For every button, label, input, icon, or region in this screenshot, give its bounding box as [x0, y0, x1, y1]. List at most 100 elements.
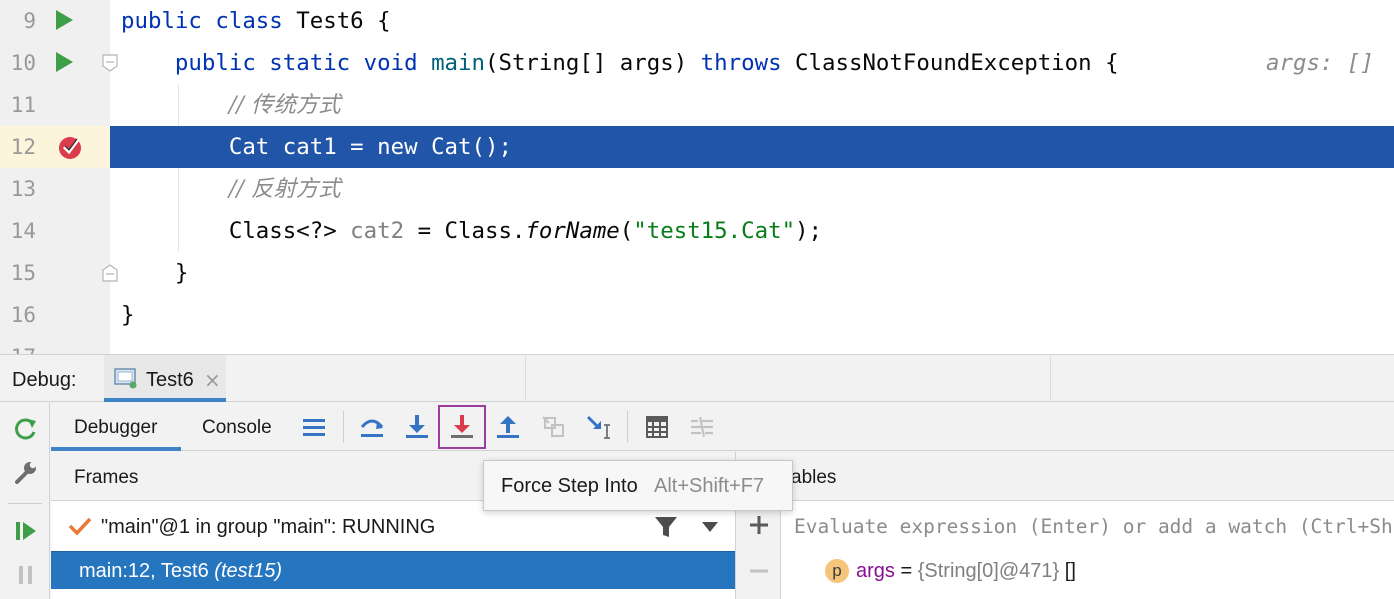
code-token: } [121, 302, 135, 328]
evaluate-expression-input[interactable] [782, 501, 1394, 551]
breakpoint-icon[interactable] [58, 135, 82, 159]
tooltip: Force Step Into Alt+Shift+F7 [483, 460, 793, 511]
trace-icon[interactable] [685, 410, 719, 444]
code-token: = Class. [404, 218, 526, 244]
close-icon[interactable]: × [204, 355, 221, 405]
check-icon [68, 517, 92, 536]
code-token: throws [700, 50, 796, 76]
run-gutter-icon[interactable] [56, 52, 73, 72]
chevron-down-icon[interactable] [701, 521, 719, 533]
force-step-into-highlight [438, 405, 486, 449]
line-number: 14 [10, 219, 36, 243]
debugger-toolbar: Debugger Console [51, 403, 1394, 451]
line-number: 9 [23, 9, 36, 33]
code-text: // 传统方式 [121, 84, 341, 126]
code-line: 17 [0, 336, 1394, 354]
code-line: 13 // 反射方式 [0, 168, 1394, 210]
evaluate-expression-icon[interactable] [640, 410, 674, 444]
code-token: new [377, 134, 432, 160]
code-line: 16} [0, 294, 1394, 336]
header-divider [525, 355, 526, 402]
variable-extra: [] [1059, 560, 1076, 582]
code-token: forName [525, 218, 620, 244]
step-out-icon[interactable] [491, 410, 525, 444]
code-text: Class<?> cat2 = Class.forName("test15.Ca… [121, 210, 822, 252]
tab-console[interactable]: Console [202, 403, 272, 451]
code-token: Test6 { [296, 8, 391, 34]
variable-name: args [856, 560, 895, 582]
remove-watch-icon[interactable] [747, 559, 771, 583]
tab-debugger[interactable]: Debugger [51, 403, 181, 451]
code-line: 9 public class Test6 { [0, 0, 1394, 42]
code-token: cat2 [350, 218, 405, 244]
run-gutter-icon[interactable] [56, 10, 73, 30]
toolbar-separator [627, 411, 628, 443]
code-editor[interactable]: 9 public class Test6 {10 public static vo… [0, 0, 1394, 354]
code-line: 12 Cat cat1 = new Cat(); [0, 126, 1394, 168]
run-to-cursor-icon[interactable] [582, 410, 616, 444]
code-token: Class<?> [228, 218, 351, 244]
wrench-icon[interactable] [12, 459, 40, 487]
fold-marker-icon[interactable] [102, 54, 118, 72]
code-line: 15 } [0, 252, 1394, 294]
code-token: main [431, 50, 485, 76]
resume-icon[interactable] [12, 517, 40, 545]
tab-debugger-label: Debugger [74, 417, 158, 438]
step-over-icon[interactable] [355, 410, 389, 444]
toolbar-separator [343, 411, 344, 443]
debug-left-toolbar [0, 403, 50, 599]
layout-menu-icon[interactable] [297, 410, 331, 444]
code-token: Cat(); [431, 134, 512, 160]
debug-header: Debug: Test6 × [0, 355, 1394, 402]
code-text: public static void main(String[] args) t… [121, 42, 1119, 84]
code-token: ClassNotFoundException { [795, 50, 1119, 76]
frames-title: Frames [74, 467, 139, 488]
code-text: public class Test6 { [121, 0, 391, 42]
code-line: 10 public static void main(String[] args… [0, 42, 1394, 84]
variables-pane: ables p args = {String[0]@471} [] [737, 452, 1394, 599]
line-number: 16 [10, 303, 36, 327]
rerun-icon[interactable] [12, 415, 40, 443]
variables-title-bar: ables [737, 452, 1394, 501]
code-line: 11 // 传统方式 [0, 84, 1394, 126]
variable-equals: = [894, 560, 918, 582]
tooltip-shortcut: Alt+Shift+F7 [654, 475, 765, 497]
variable-value: {String[0]@471} [917, 560, 1060, 582]
variable-row[interactable]: p args = {String[0]@471} [] [782, 551, 1394, 591]
step-into-icon[interactable] [400, 410, 434, 444]
filter-icon[interactable] [653, 514, 679, 540]
frame-row-selected[interactable]: main:12, Test6 (test15) [51, 551, 735, 589]
header-divider [1050, 355, 1051, 402]
tab-console-label: Console [202, 417, 272, 438]
code-text: // 反射方式 [121, 168, 341, 210]
code-text: Cat cat1 = new Cat(); [121, 126, 512, 168]
code-token: (String[] args) [484, 50, 701, 76]
frame-label: main:12, Test6 (test15) [79, 552, 282, 590]
line-number: 17 [0, 336, 36, 354]
code-text: } [121, 294, 134, 336]
add-watch-icon[interactable] [747, 513, 771, 537]
fold-marker-icon[interactable] [102, 264, 118, 282]
drop-frame-icon[interactable] [537, 410, 571, 444]
parameter-badge-icon: p [825, 559, 849, 583]
code-line: 14 Class<?> cat2 = Class.forName("test15… [0, 210, 1394, 252]
code-token: Cat cat1 = [228, 134, 378, 160]
frame-method: main:12, Test6 [79, 560, 209, 582]
code-token: ( [619, 218, 634, 244]
code-token: public class [121, 8, 297, 34]
frame-package: (test15) [214, 560, 283, 582]
run-config-tab[interactable]: Test6 × [104, 355, 226, 402]
line-number: 12 [10, 135, 36, 159]
debug-label: Debug: [12, 369, 77, 391]
line-number: 10 [10, 51, 36, 75]
pause-icon[interactable] [12, 561, 40, 589]
code-token: "test15.Cat" [633, 218, 796, 244]
tooltip-label: Force Step Into [501, 475, 638, 497]
code-token: public static void [174, 50, 432, 76]
inline-value-hint: args: [] [1266, 50, 1374, 76]
